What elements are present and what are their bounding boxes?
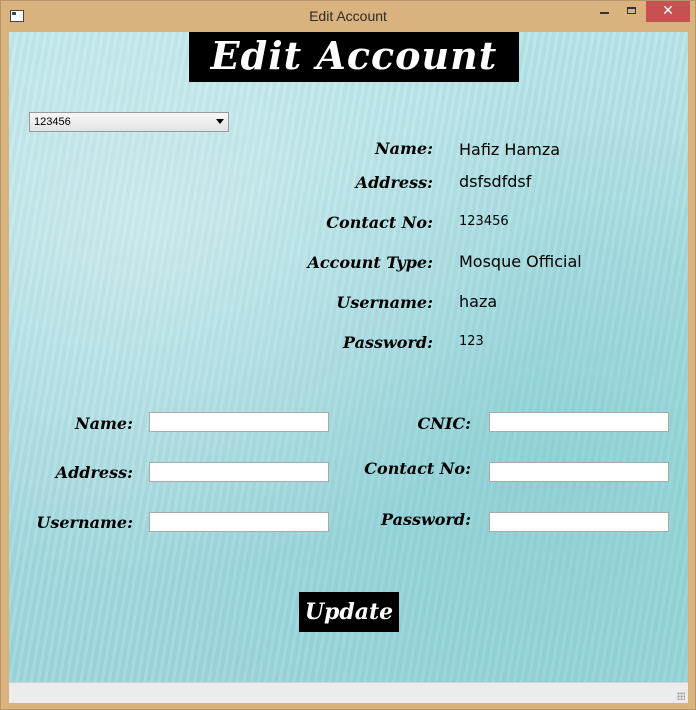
account-select-value: 123456 [34, 116, 71, 128]
page-heading: Edit Account [189, 32, 519, 82]
detail-contact-value: 123456 [459, 214, 509, 229]
form-panel: Edit Account 123456 Name: Hafiz Hamza Ad… [9, 32, 688, 682]
detail-address-value: dsfsdfdsf [459, 172, 532, 191]
detail-contact-label: Contact No: [326, 213, 433, 232]
form-username-label: Username: [36, 513, 133, 532]
password-input[interactable] [489, 512, 669, 532]
detail-username-label: Username: [336, 293, 433, 312]
detail-address-label: Address: [355, 173, 433, 192]
title-bar[interactable]: Edit Account ✕ [1, 1, 695, 31]
resize-grip-icon[interactable] [677, 692, 685, 700]
address-input[interactable] [149, 462, 329, 482]
contact-input[interactable] [489, 462, 669, 482]
app-window: Edit Account ✕ Edit Account 123456 Name:… [0, 0, 696, 710]
cnic-input[interactable] [489, 412, 669, 432]
detail-name-value: Hafiz Hamza [459, 140, 561, 159]
account-select[interactable]: 123456 [29, 112, 229, 132]
detail-password-label: Password: [343, 333, 433, 352]
form-contact-label: Contact No: [364, 459, 471, 478]
detail-account-type-value: Mosque Official [459, 252, 582, 271]
status-bar [9, 682, 688, 703]
detail-name-label: Name: [374, 139, 433, 158]
username-input[interactable] [149, 512, 329, 532]
form-password-label: Password: [381, 510, 471, 529]
name-input[interactable] [149, 412, 329, 432]
update-button[interactable]: Update [299, 592, 399, 632]
form-cnic-label: CNIC: [417, 414, 471, 433]
close-button[interactable]: ✕ [646, 1, 690, 22]
detail-account-type-label: Account Type: [307, 253, 433, 272]
detail-password-value: 123 [459, 334, 484, 349]
form-name-label: Name: [74, 414, 133, 433]
maximize-button[interactable] [619, 1, 645, 22]
minimize-button[interactable] [589, 1, 619, 22]
dropdown-arrow-icon [216, 119, 224, 124]
detail-username-value: haza [459, 292, 498, 311]
form-address-label: Address: [55, 463, 133, 482]
